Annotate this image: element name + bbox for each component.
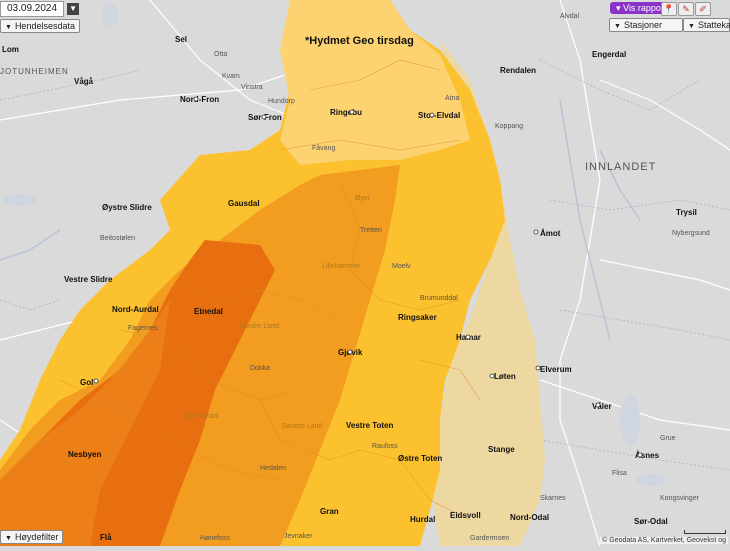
svg-text:Kvam: Kvam xyxy=(222,73,240,80)
label-nord-fron: Nord-Fron xyxy=(180,95,219,104)
height-filter-label: Høydefilter xyxy=(14,532,59,542)
map-title: *Hydmet Geo tirsdag xyxy=(305,35,414,47)
expand-icon: ▼ xyxy=(5,535,12,542)
report-icon: ▾ xyxy=(616,3,621,13)
label-gol: Gol xyxy=(80,378,93,387)
event-data-panel-toggle[interactable]: ▼ Hendelsesdata xyxy=(0,19,80,33)
svg-text:Fagernes: Fagernes xyxy=(128,325,158,332)
height-filter-toggle[interactable]: ▼ Høydefilter xyxy=(0,530,64,544)
svg-text:Kongsvinger: Kongsvinger xyxy=(660,495,700,502)
svg-text:Gardermoen: Gardermoen xyxy=(470,535,509,542)
label-valer: Våler xyxy=(592,402,612,411)
label-nordre-land: Nordre Land xyxy=(240,323,279,330)
report-label: Vis rapport xyxy=(623,3,667,13)
label-eidsvoll: Eidsvoll xyxy=(450,511,481,520)
label-stange: Stange xyxy=(488,445,515,454)
date-dropdown-icon[interactable]: ▼ xyxy=(67,3,80,15)
label-sondre-land: Søndre Land xyxy=(282,423,323,430)
svg-text:Hønefoss: Hønefoss xyxy=(200,535,230,542)
label-engerdal: Engerdal xyxy=(592,50,626,59)
label-ringebu: Ringebu xyxy=(330,108,362,117)
svg-text:Skarnes: Skarnes xyxy=(540,495,566,502)
label-nord-odal: Nord-Odal xyxy=(510,513,549,522)
svg-text:Nybergsund: Nybergsund xyxy=(672,230,710,237)
event-data-label: Hendelsesdata xyxy=(14,21,75,31)
label-sor-aurdal: Sør-Aurdal xyxy=(185,413,219,420)
svg-text:Jevnaker: Jevnaker xyxy=(284,533,313,540)
expand-icon: ▼ xyxy=(5,24,12,31)
label-gausdal: Gausdal xyxy=(228,199,260,208)
svg-text:Otta: Otta xyxy=(214,51,227,58)
svg-text:Beitostølen: Beitostølen xyxy=(100,235,135,242)
label-lom: Lom xyxy=(2,45,19,54)
svg-text:Tretten: Tretten xyxy=(360,227,382,234)
label-gran: Gran xyxy=(320,507,339,516)
label-amot: Åmot xyxy=(540,229,561,238)
label-oystre-slidre: Øystre Slidre xyxy=(102,203,152,212)
label-loten: Løten xyxy=(494,372,516,381)
svg-text:Fåvang: Fåvang xyxy=(312,144,335,152)
label-nesbyen: Nesbyen xyxy=(68,450,101,459)
label-rendalen: Rendalen xyxy=(500,66,536,75)
label-fla: Flå xyxy=(100,533,112,542)
label-trysil: Trysil xyxy=(676,208,697,217)
svg-text:Koppang: Koppang xyxy=(495,123,523,130)
label-lillehammer: Lillehammer xyxy=(322,263,361,270)
svg-text:Hundorp: Hundorp xyxy=(268,98,295,105)
svg-text:Grue: Grue xyxy=(660,435,676,442)
region-label-innlandet: INNLANDET xyxy=(585,161,656,173)
svg-text:Brumunddal: Brumunddal xyxy=(420,295,458,302)
label-vestre-slidre: Vestre Slidre xyxy=(64,275,113,284)
svg-text:Flisa: Flisa xyxy=(612,470,627,477)
scale-bar xyxy=(684,530,726,534)
label-elverum: Elverum xyxy=(540,365,572,374)
svg-text:Raufoss: Raufoss xyxy=(372,443,398,450)
expand-icon: ▼ xyxy=(688,23,695,30)
expand-icon: ▼ xyxy=(614,23,621,30)
label-sel: Sel xyxy=(175,35,187,44)
label-vestre-toten: Vestre Toten xyxy=(346,421,394,430)
marker-tool-icon[interactable]: ✐ xyxy=(695,2,711,16)
date-field[interactable]: 03.09.2024 xyxy=(0,1,65,17)
label-sor-odal: Sør-Odal xyxy=(634,517,668,526)
static-map-panel-toggle[interactable]: ▼Stattekart xyxy=(683,18,730,32)
label-ringsaker: Ringsaker xyxy=(398,313,437,322)
region-label-jotunheimen: JOTUNHEIMEN xyxy=(0,67,69,76)
stations-panel-toggle[interactable]: ▼ Stasjoner xyxy=(609,18,683,32)
stations-label: Stasjoner xyxy=(623,20,662,30)
date-selector[interactable]: 03.09.2024 ▼ xyxy=(0,1,80,17)
pin-tool-icon[interactable]: 📍 xyxy=(661,2,677,16)
label-nord-aurdal: Nord-Aurdal xyxy=(112,305,159,314)
svg-text:Moelv: Moelv xyxy=(392,263,411,270)
map-attribution: © Geodata AS, Kartverket, Geovekst og xyxy=(600,537,728,544)
svg-text:Atna: Atna xyxy=(445,95,460,102)
svg-text:Hedalen: Hedalen xyxy=(260,465,286,472)
weather-warning-map[interactable]: INNLANDET JOTUNHEIMEN *Hydmet Geo tirsda… xyxy=(0,0,730,547)
label-etnedal: Etnedal xyxy=(194,307,223,316)
label-oyer: Øyer xyxy=(355,195,371,202)
svg-text:Alvdal: Alvdal xyxy=(560,13,580,20)
label-stor-elvdal: Stor-Elvdal xyxy=(418,111,460,120)
svg-text:Vinstra: Vinstra xyxy=(241,84,263,91)
static-map-label: Stattekart xyxy=(697,20,730,30)
label-ostre-toten: Østre Toten xyxy=(398,454,442,463)
label-vaga: Vågå xyxy=(74,77,94,86)
svg-text:Dokka: Dokka xyxy=(250,365,270,372)
label-hurdal: Hurdal xyxy=(410,515,435,524)
pen-tool-icon[interactable]: ✎ xyxy=(678,2,694,16)
